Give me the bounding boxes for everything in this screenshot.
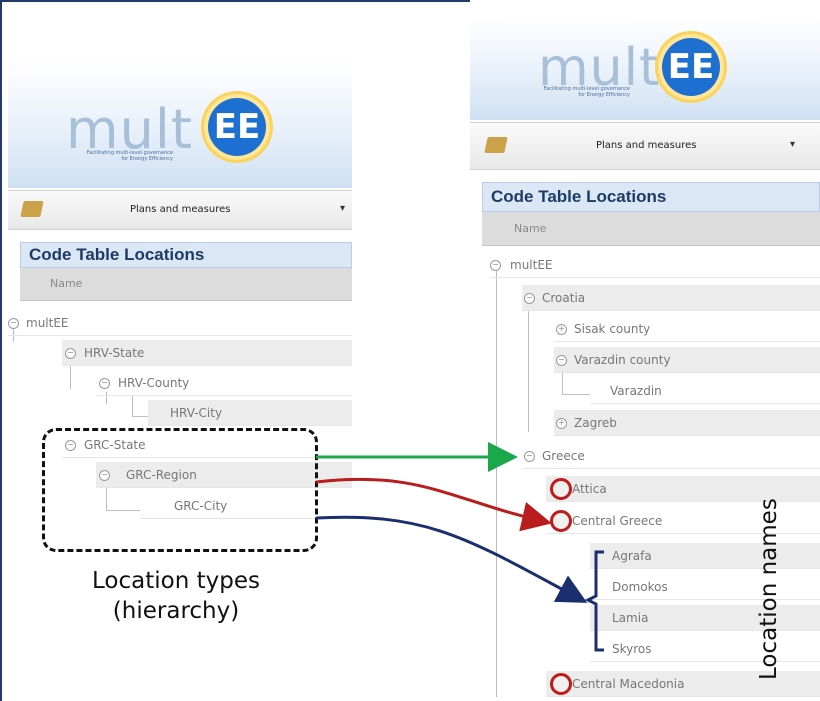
location-names-caption: Location names [756,498,782,680]
tree-connector [528,304,529,432]
tree-node-croatia[interactable]: − Croatia [522,285,820,311]
collapse-toggle-icon[interactable]: − [524,293,535,304]
expand-toggle-icon[interactable]: + [556,418,567,429]
code-table-title: Code Table Locations [482,182,820,212]
logo-tagline: Facilitating multi-level governance for … [86,150,173,162]
tree-node-varazdin[interactable]: Varazdin [590,378,820,404]
tree-node-hrv-county[interactable]: − HRV-County [96,370,352,396]
image-frame-left [0,0,2,701]
collapse-toggle-icon[interactable]: − [490,260,501,271]
expand-toggle-icon[interactable] [550,478,572,500]
tree-node-sisak-county[interactable]: + Sisak county [554,316,820,342]
tree-connector [496,267,497,697]
collapse-toggle-icon[interactable]: − [524,451,535,462]
logo-ee-badge: EE [662,38,720,96]
collapse-toggle-icon[interactable]: − [556,355,567,366]
tree-connector [562,394,590,395]
logo-banner: mult EE Facilitating multi-level governa… [470,18,820,120]
caret-down-icon[interactable]: ▾ [790,139,795,150]
tree-node-skyros[interactable]: Skyros [590,636,820,662]
caret-down-icon[interactable]: ▾ [340,203,345,214]
tree-node-lamia[interactable]: Lamia [590,605,820,631]
code-table-title: Code Table Locations [20,242,352,268]
plans-menu-toolbar[interactable]: Plans and measures ▾ [8,190,352,230]
collapse-toggle-icon[interactable]: − [99,378,110,389]
tree-node-multee[interactable]: − multEE [8,310,352,336]
tree-node-hrv-state[interactable]: − HRV-State [62,340,352,366]
tree-node-greece[interactable]: − Greece [522,443,820,469]
expand-toggle-icon[interactable]: + [556,324,567,335]
tree-node-hrv-city[interactable]: HRV-City [148,400,352,426]
tree-node-zagreb[interactable]: + Zagreb [554,410,820,436]
tree-node-varazdin-county[interactable]: − Varazdin county [554,347,820,373]
tree-node-agrafa[interactable]: Agrafa [590,543,820,569]
plans-measures-menu[interactable]: Plans and measures [130,204,230,215]
collapse-toggle-icon[interactable]: − [65,348,76,359]
tree-connector [70,365,71,389]
location-types-caption: Location types (hierarchy) [92,568,260,624]
logo-tagline: Facilitating multi-level governance for … [543,86,630,98]
plans-menu-toolbar[interactable]: Plans and measures ▾ [470,122,820,170]
plans-measures-menu[interactable]: Plans and measures [596,140,696,151]
edit-note-icon [484,137,508,153]
edit-note-icon [20,201,44,217]
tree-node-multee[interactable]: − multEE [490,252,820,278]
location-types-highlight [42,428,318,552]
name-column-header[interactable]: Name [482,212,820,246]
tree-connector [132,396,133,416]
expand-toggle-icon[interactable] [550,673,572,695]
collapse-toggle-icon[interactable] [550,510,572,532]
name-column-header[interactable]: Name [20,268,352,301]
logo-banner: mult EE Facilitating multi-level governa… [8,60,352,188]
logo-ee-badge: EE [208,98,266,156]
tree-node-domokos[interactable]: Domokos [590,574,820,600]
collapse-toggle-icon[interactable]: − [8,318,19,329]
